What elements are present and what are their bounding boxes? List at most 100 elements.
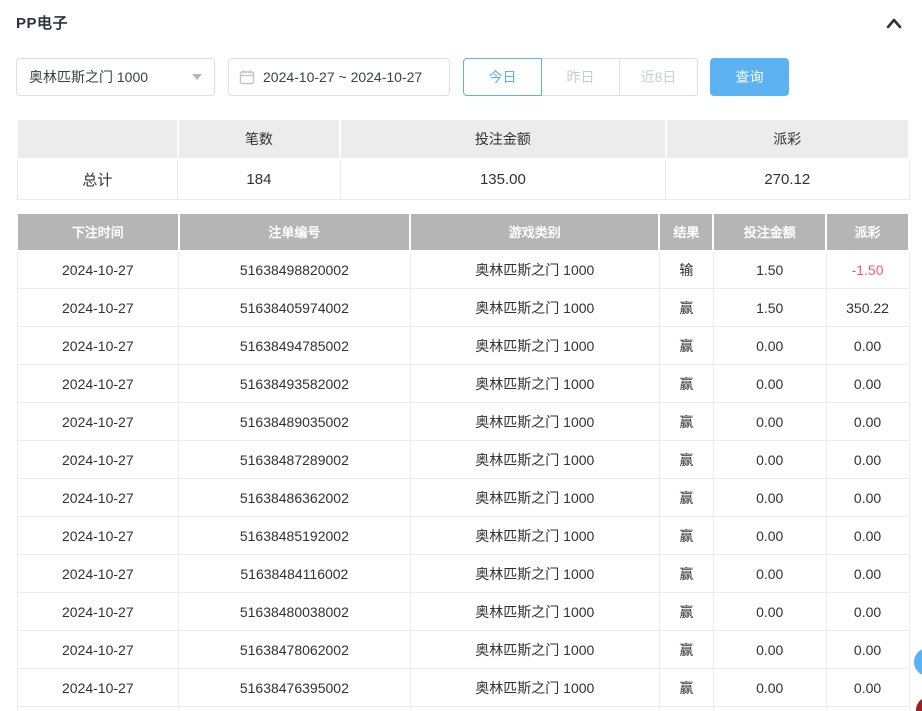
cell-game-category: 奥林匹斯之门 1000 bbox=[410, 593, 659, 631]
table-row: 2024-10-27 51638493582002 奥林匹斯之门 1000 赢 … bbox=[17, 365, 909, 403]
cell-game-category: 奥林匹斯之门 1000 bbox=[410, 631, 659, 669]
table-row: 2024-10-27 51638489035002 奥林匹斯之门 1000 赢 … bbox=[17, 403, 909, 441]
summary-header-row: 笔数 投注金额 派彩 bbox=[17, 119, 909, 159]
search-button[interactable]: 查询 bbox=[710, 58, 789, 96]
chevron-up-icon bbox=[885, 16, 903, 30]
cell-order-id: 51638476395002 bbox=[179, 669, 410, 707]
collapse-panel-button[interactable] bbox=[882, 13, 906, 33]
game-select[interactable]: 奥林匹斯之门 1000 bbox=[16, 58, 215, 96]
cell-payout: 0.00 bbox=[826, 365, 909, 403]
cell-payout: 0.00 bbox=[826, 517, 909, 555]
cell-result: 赢 bbox=[659, 479, 713, 517]
summary-header-bet-amount: 投注金额 bbox=[340, 119, 665, 159]
cell-result: 赢 bbox=[659, 593, 713, 631]
records-header-bet-time: 下注时间 bbox=[17, 213, 179, 251]
cell-order-id: 51638486362002 bbox=[179, 479, 410, 517]
cell-payout: 0.00 bbox=[826, 327, 909, 365]
table-row bbox=[17, 707, 909, 711]
summary-total-label: 总计 bbox=[17, 159, 178, 199]
page-title: PP电子 bbox=[16, 12, 68, 33]
table-row: 2024-10-27 51638485192002 奥林匹斯之门 1000 赢 … bbox=[17, 517, 909, 555]
cell-payout: 0.00 bbox=[826, 593, 909, 631]
cell-result bbox=[659, 707, 713, 711]
cell-bet-amount: 0.00 bbox=[713, 403, 826, 441]
cell-result: 赢 bbox=[659, 669, 713, 707]
cell-bet-amount: 0.00 bbox=[713, 441, 826, 479]
cell-result: 输 bbox=[659, 251, 713, 289]
cell-payout: -1.50 bbox=[826, 251, 909, 289]
cell-game-category: 奥林匹斯之门 1000 bbox=[410, 289, 659, 327]
cell-bet-time bbox=[17, 707, 179, 711]
records-header-order-id: 注单编号 bbox=[179, 213, 410, 251]
cell-payout bbox=[826, 707, 909, 711]
date-range-value: 2024-10-27 ~ 2024-10-27 bbox=[263, 69, 422, 85]
summary-total-bet-amount: 135.00 bbox=[340, 159, 665, 199]
cell-game-category: 奥林匹斯之门 1000 bbox=[410, 441, 659, 479]
cell-bet-amount bbox=[713, 707, 826, 711]
records-header-bet-amount: 投注金额 bbox=[713, 213, 826, 251]
summary-header-count: 笔数 bbox=[178, 119, 341, 159]
cell-game-category: 奥林匹斯之门 1000 bbox=[410, 479, 659, 517]
cell-order-id: 51638498820002 bbox=[179, 251, 410, 289]
yesterday-button[interactable]: 昨日 bbox=[541, 58, 620, 96]
cell-order-id: 51638485192002 bbox=[179, 517, 410, 555]
cell-order-id bbox=[179, 707, 410, 711]
cell-bet-time: 2024-10-27 bbox=[17, 441, 179, 479]
cell-result: 赢 bbox=[659, 327, 713, 365]
cell-payout: 0.00 bbox=[826, 403, 909, 441]
cell-bet-time: 2024-10-27 bbox=[17, 289, 179, 327]
cell-game-category: 奥林匹斯之门 1000 bbox=[410, 365, 659, 403]
cell-order-id: 51638484116002 bbox=[179, 555, 410, 593]
summary-header-payout: 派彩 bbox=[666, 119, 909, 159]
cell-game-category: 奥林匹斯之门 1000 bbox=[410, 403, 659, 441]
filter-bar: 奥林匹斯之门 1000 2024-10-27 ~ 2024-10-27 今日 昨… bbox=[16, 58, 910, 96]
cell-order-id: 51638487289002 bbox=[179, 441, 410, 479]
cell-result: 赢 bbox=[659, 555, 713, 593]
cell-order-id: 51638478062002 bbox=[179, 631, 410, 669]
table-row: 2024-10-27 51638487289002 奥林匹斯之门 1000 赢 … bbox=[17, 441, 909, 479]
cell-game-category: 奥林匹斯之门 1000 bbox=[410, 327, 659, 365]
cell-result: 赢 bbox=[659, 517, 713, 555]
table-row: 2024-10-27 51638478062002 奥林匹斯之门 1000 赢 … bbox=[17, 631, 909, 669]
date-range-input[interactable]: 2024-10-27 ~ 2024-10-27 bbox=[228, 58, 450, 96]
cell-game-category: 奥林匹斯之门 1000 bbox=[410, 517, 659, 555]
cell-game-category: 奥林匹斯之门 1000 bbox=[410, 555, 659, 593]
cell-payout: 0.00 bbox=[826, 631, 909, 669]
cell-bet-time: 2024-10-27 bbox=[17, 365, 179, 403]
cell-bet-amount: 0.00 bbox=[713, 365, 826, 403]
cell-bet-time: 2024-10-27 bbox=[17, 403, 179, 441]
quick-date-button-group: 今日 昨日 近8日 bbox=[463, 58, 698, 96]
cell-bet-time: 2024-10-27 bbox=[17, 517, 179, 555]
cell-bet-amount: 1.50 bbox=[713, 251, 826, 289]
cell-bet-time: 2024-10-27 bbox=[17, 555, 179, 593]
records-header-row: 下注时间 注单编号 游戏类别 结果 投注金额 派彩 bbox=[17, 213, 909, 251]
cell-game-category bbox=[410, 707, 659, 711]
last8days-button[interactable]: 近8日 bbox=[619, 58, 698, 96]
panel-header: PP电子 bbox=[16, 12, 910, 33]
summary-header-blank bbox=[17, 119, 178, 159]
cell-bet-amount: 0.00 bbox=[713, 669, 826, 707]
table-row: 2024-10-27 51638494785002 奥林匹斯之门 1000 赢 … bbox=[17, 327, 909, 365]
table-row: 2024-10-27 51638405974002 奥林匹斯之门 1000 赢 … bbox=[17, 289, 909, 327]
cell-order-id: 51638480038002 bbox=[179, 593, 410, 631]
cell-payout: 0.00 bbox=[826, 555, 909, 593]
cell-bet-amount: 0.00 bbox=[713, 479, 826, 517]
table-row: 2024-10-27 51638486362002 奥林匹斯之门 1000 赢 … bbox=[17, 479, 909, 517]
cell-game-category: 奥林匹斯之门 1000 bbox=[410, 251, 659, 289]
summary-table: 笔数 投注金额 派彩 总计 184 135.00 270.12 bbox=[16, 118, 910, 200]
cell-bet-time: 2024-10-27 bbox=[17, 669, 179, 707]
cell-bet-time: 2024-10-27 bbox=[17, 631, 179, 669]
cell-bet-time: 2024-10-27 bbox=[17, 251, 179, 289]
records-header-game-category: 游戏类别 bbox=[410, 213, 659, 251]
cell-bet-amount: 0.00 bbox=[713, 517, 826, 555]
chevron-down-icon bbox=[192, 74, 202, 80]
cell-result: 赢 bbox=[659, 289, 713, 327]
cell-bet-amount: 0.00 bbox=[713, 593, 826, 631]
table-row: 2024-10-27 51638484116002 奥林匹斯之门 1000 赢 … bbox=[17, 555, 909, 593]
cell-payout: 0.00 bbox=[826, 669, 909, 707]
cell-bet-time: 2024-10-27 bbox=[17, 479, 179, 517]
cell-game-category: 奥林匹斯之门 1000 bbox=[410, 669, 659, 707]
cell-payout: 0.00 bbox=[826, 479, 909, 517]
today-button[interactable]: 今日 bbox=[463, 58, 542, 96]
cell-bet-amount: 1.50 bbox=[713, 289, 826, 327]
